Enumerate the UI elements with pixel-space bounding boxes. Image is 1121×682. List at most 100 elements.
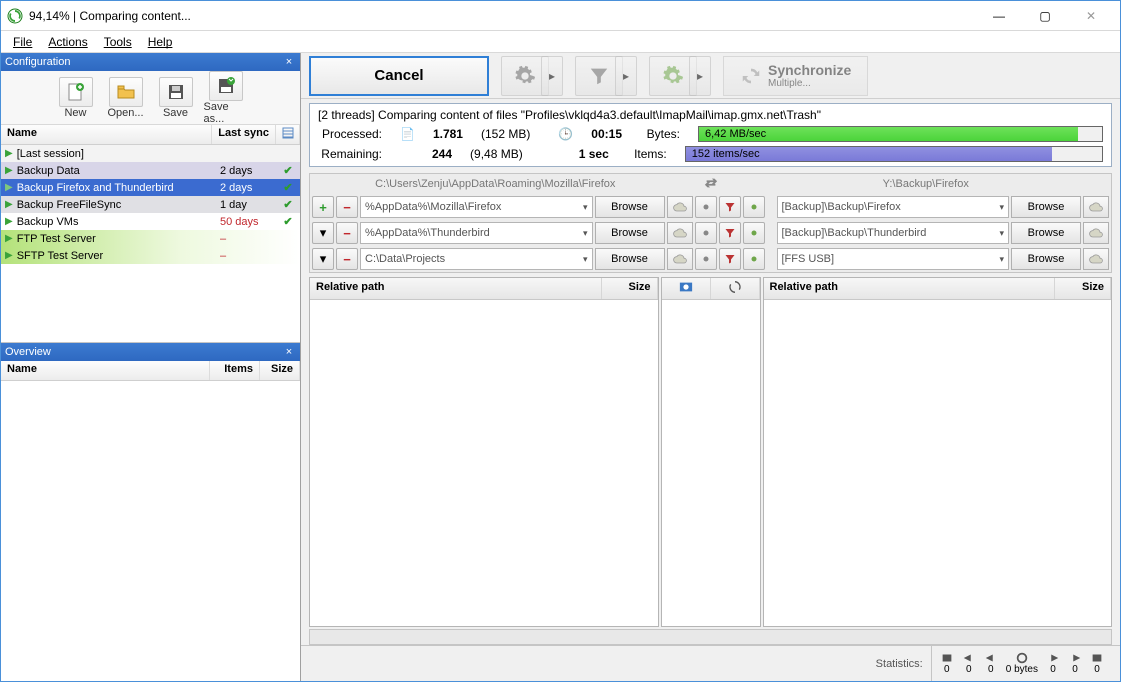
remove-pair-button[interactable]: − — [336, 196, 358, 218]
filter-dropdown-button[interactable]: ▸ — [615, 56, 637, 96]
stat-create-left: 0 — [984, 652, 998, 675]
left-sidebar: Configuration × New Open... Save Save as… — [1, 53, 301, 681]
pair-compare-button[interactable] — [695, 222, 717, 244]
titlebar: 94,14% | Comparing content... — ▢ ✕ — [1, 1, 1120, 31]
configuration-title: Configuration — [5, 56, 70, 68]
left-file-panel: Relative pathSize — [309, 277, 659, 627]
elapsed-time: 00:15 — [591, 127, 622, 141]
window-title: 94,14% | Comparing content... — [29, 9, 976, 23]
col-size[interactable]: Size — [260, 361, 300, 380]
left-path-input[interactable]: %AppData%\Mozilla\Firefox — [360, 196, 593, 218]
remaining-time: 1 sec — [579, 147, 609, 161]
pair-compare-button[interactable] — [695, 196, 717, 218]
close-button[interactable]: ✕ — [1068, 1, 1114, 31]
saveas-config-button[interactable]: Save as... — [204, 71, 248, 125]
cloud-right-button[interactable] — [1083, 222, 1109, 244]
browse-left-button[interactable]: Browse — [595, 248, 665, 270]
new-config-button[interactable]: New — [54, 77, 98, 119]
cloud-right-button[interactable] — [1083, 248, 1109, 270]
refresh-icon[interactable] — [711, 278, 760, 299]
folder-pair-row: ▾−%AppData%\ThunderbirdBrowse[Backup]\Ba… — [310, 220, 1111, 246]
remove-pair-button[interactable]: − — [336, 248, 358, 270]
col-lastsync[interactable]: Last sync — [212, 125, 276, 144]
overview-title: Overview — [5, 346, 51, 358]
col-size[interactable]: Size — [1055, 278, 1111, 299]
config-list[interactable]: ▶[Last session] ▶Backup Data2 days✔ ▶Bac… — [1, 145, 300, 342]
col-items[interactable]: Items — [210, 361, 260, 380]
cloud-left-button[interactable] — [667, 196, 693, 218]
config-row[interactable]: ▶FTP Test Server– — [1, 230, 300, 247]
left-file-list[interactable] — [310, 300, 658, 626]
col-relpath[interactable]: Relative path — [764, 278, 1056, 299]
config-row[interactable]: ▶Backup Data2 days✔ — [1, 162, 300, 179]
browse-right-button[interactable]: Browse — [1011, 248, 1081, 270]
sync-dropdown-button[interactable]: ▸ — [689, 56, 711, 96]
processed-count: 1.781 — [433, 127, 463, 141]
pair-sync-button[interactable] — [743, 196, 765, 218]
pair-compare-button[interactable] — [695, 248, 717, 270]
config-row[interactable]: ▶Backup FreeFileSync1 day✔ — [1, 196, 300, 213]
stat-update-left: 0 — [962, 652, 976, 675]
cloud-left-button[interactable] — [667, 248, 693, 270]
pair-sync-button[interactable] — [743, 248, 765, 270]
add-pair-button[interactable]: + — [312, 196, 334, 218]
right-file-list[interactable] — [764, 300, 1112, 626]
browse-right-button[interactable]: Browse — [1011, 222, 1081, 244]
pair-filter-button[interactable] — [719, 222, 741, 244]
cancel-button[interactable]: Cancel — [309, 56, 489, 96]
right-base-path: Y:\Backup\Firefox — [741, 178, 1112, 190]
menu-file[interactable]: File — [5, 33, 40, 51]
folder-pair-section: C:\Users\Zenju\AppData\Roaming\Mozilla\F… — [309, 173, 1112, 273]
browse-left-button[interactable]: Browse — [595, 222, 665, 244]
view-category-icon[interactable] — [662, 278, 711, 299]
configuration-close-icon[interactable]: × — [282, 56, 296, 68]
left-base-path: C:\Users\Zenju\AppData\Roaming\Mozilla\F… — [310, 178, 681, 190]
pair-filter-button[interactable] — [719, 248, 741, 270]
save-config-button[interactable]: Save — [154, 77, 198, 119]
right-path-input[interactable]: [Backup]\Backup\Firefox — [777, 196, 1010, 218]
cloud-left-button[interactable] — [667, 222, 693, 244]
col-relpath[interactable]: Relative path — [310, 278, 602, 299]
config-row[interactable]: ▶SFTP Test Server– — [1, 247, 300, 264]
remaining-label: Remaining: — [318, 147, 382, 161]
col-name[interactable]: Name — [1, 361, 210, 380]
synchronize-label: Synchronize — [768, 62, 851, 78]
browse-left-button[interactable]: Browse — [595, 196, 665, 218]
col-name[interactable]: Name — [1, 125, 212, 144]
col-size[interactable]: Size — [602, 278, 658, 299]
left-path-input[interactable]: %AppData%\Thunderbird — [360, 222, 593, 244]
menubar: File Actions Tools Help — [1, 31, 1120, 53]
config-row[interactable]: ▶Backup Firefox and Thunderbird2 days✔ — [1, 179, 300, 196]
menu-help[interactable]: Help — [140, 33, 181, 51]
folder-pair-row: +−%AppData%\Mozilla\FirefoxBrowse[Backup… — [310, 194, 1111, 220]
pair-dropdown-button[interactable]: ▾ — [312, 248, 334, 270]
config-table-header: Name Last sync — [1, 125, 300, 145]
col-status-icon[interactable] — [276, 125, 300, 144]
remaining-size: (9,48 MB) — [470, 147, 523, 161]
statusbar: Statistics: 0 0 0 0 bytes 0 0 0 — [301, 645, 1120, 681]
browse-right-button[interactable]: Browse — [1011, 196, 1081, 218]
pair-filter-button[interactable] — [719, 196, 741, 218]
synchronize-button[interactable]: Synchronize Multiple... — [723, 56, 868, 96]
horizontal-scrollbar[interactable] — [309, 629, 1112, 645]
pair-dropdown-button[interactable]: ▾ — [312, 222, 334, 244]
overview-close-icon[interactable]: × — [282, 346, 296, 358]
open-config-button[interactable]: Open... — [104, 77, 148, 119]
action-list[interactable] — [662, 300, 760, 626]
config-row[interactable]: ▶[Last session] — [1, 145, 300, 162]
cloud-right-button[interactable] — [1083, 196, 1109, 218]
compare-dropdown-button[interactable]: ▸ — [541, 56, 563, 96]
left-path-input[interactable]: C:\Data\Projects — [360, 248, 593, 270]
remove-pair-button[interactable]: − — [336, 222, 358, 244]
bytes-rate: 6,42 MB/sec — [699, 128, 766, 140]
menu-actions[interactable]: Actions — [40, 33, 95, 51]
right-path-input[interactable]: [Backup]\Backup\Thunderbird — [777, 222, 1010, 244]
minimize-button[interactable]: — — [976, 1, 1022, 31]
config-row[interactable]: ▶Backup VMs50 days✔ — [1, 213, 300, 230]
right-path-input[interactable]: [FFS USB] — [777, 248, 1010, 270]
maximize-button[interactable]: ▢ — [1022, 1, 1068, 31]
swap-icon[interactable] — [704, 176, 718, 190]
stat-update-right: 0 — [1068, 652, 1082, 675]
pair-sync-button[interactable] — [743, 222, 765, 244]
menu-tools[interactable]: Tools — [96, 33, 140, 51]
